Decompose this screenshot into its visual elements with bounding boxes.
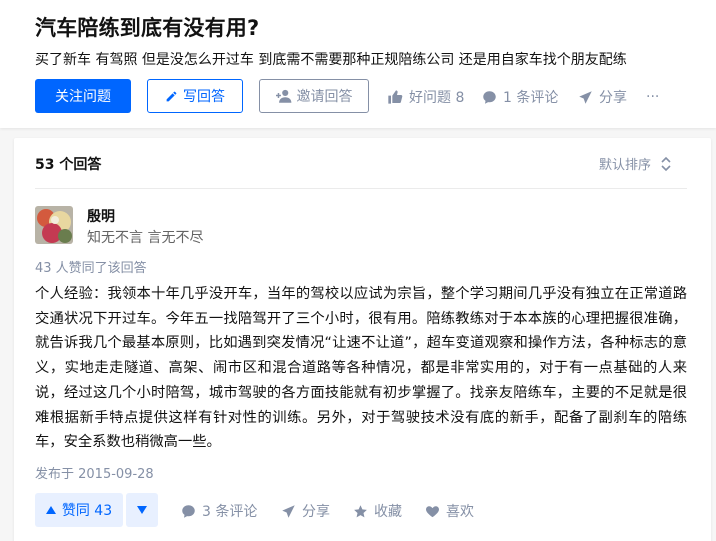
question-comments-button[interactable]: 1 条评论 bbox=[482, 86, 558, 108]
question-share-button[interactable]: 分享 bbox=[578, 86, 627, 108]
sort-arrows-icon bbox=[661, 156, 671, 171]
good-question-button[interactable]: 好问题 8 bbox=[387, 86, 464, 108]
comment-bubble-icon bbox=[182, 504, 195, 518]
add-user-icon bbox=[275, 89, 291, 103]
publish-date[interactable]: 发布于 2015-09-28 bbox=[35, 463, 154, 482]
invite-answer-button[interactable]: 邀请回答 bbox=[259, 79, 369, 113]
votes-info: 43 人赞同了该回答 bbox=[35, 261, 147, 276]
collect-button[interactable]: 收藏 bbox=[353, 501, 402, 521]
sort-label: 默认排序 bbox=[599, 158, 652, 173]
question-header: 汽车陪练到底有没有用? 买了新车 有驾照 但是没怎么开过车 到底需不需要那种正规… bbox=[0, 0, 716, 128]
more-options-label: ··· bbox=[646, 89, 660, 105]
follow-question-button[interactable]: 关注问题 bbox=[35, 79, 131, 113]
heart-icon bbox=[426, 505, 439, 517]
comment-bubble-icon bbox=[483, 90, 496, 104]
author-name[interactable]: 殷明 bbox=[87, 206, 115, 226]
downvote-button[interactable] bbox=[126, 493, 158, 527]
divider bbox=[35, 188, 687, 189]
like-label: 喜欢 bbox=[446, 504, 474, 520]
star-icon bbox=[354, 504, 367, 517]
sort-toggle[interactable]: 默认排序 bbox=[599, 154, 671, 173]
more-options-button[interactable]: ··· bbox=[646, 86, 659, 108]
upvote-button[interactable]: 赞同 43 bbox=[35, 493, 123, 527]
question-comments-label: 1 条评论 bbox=[503, 90, 559, 106]
answer-share-button[interactable]: 分享 bbox=[281, 501, 330, 521]
question-share-label: 分享 bbox=[599, 90, 627, 106]
avatar[interactable] bbox=[35, 206, 73, 244]
answers-card: 53 个回答 默认排序 殷明 知无不言 言无不尽 43 人赞同了该回答 个人经验… bbox=[14, 138, 711, 541]
write-answer-button[interactable]: 写回答 bbox=[147, 79, 243, 113]
triangle-down-icon bbox=[137, 506, 147, 514]
paper-plane-icon bbox=[579, 90, 592, 104]
invite-answer-label: 邀请回答 bbox=[296, 89, 353, 105]
follow-question-label: 关注问题 bbox=[55, 89, 111, 105]
paper-plane-icon bbox=[282, 504, 295, 518]
pencil-icon bbox=[166, 91, 177, 101]
collect-label: 收藏 bbox=[374, 504, 402, 520]
question-title: 汽车陪练到底有没有用? bbox=[35, 16, 260, 40]
author-bio: 知无不言 言无不尽 bbox=[87, 230, 204, 246]
write-answer-label: 写回答 bbox=[183, 89, 225, 105]
upvote-label: 赞同 43 bbox=[61, 503, 113, 519]
answer-comments-label: 3 条评论 bbox=[202, 504, 258, 520]
triangle-up-icon bbox=[45, 506, 56, 514]
like-button[interactable]: 喜欢 bbox=[425, 501, 474, 521]
answers-count: 53 个回答 bbox=[35, 157, 102, 173]
thumbs-up-icon bbox=[388, 90, 403, 104]
answer-body: 个人经验：我领本十年几乎没开车，当年的驾校以应试为宗旨，整个学习期间几乎没有独立… bbox=[35, 286, 687, 451]
answer-share-label: 分享 bbox=[302, 504, 330, 520]
answer-comments-button[interactable]: 3 条评论 bbox=[181, 501, 257, 521]
good-question-label: 好问题 8 bbox=[409, 90, 465, 106]
avatar-image bbox=[35, 206, 73, 244]
question-description: 买了新车 有驾照 但是没怎么开过车 到底需不需要那种正规陪练公司 还是用自家车找… bbox=[35, 52, 627, 68]
